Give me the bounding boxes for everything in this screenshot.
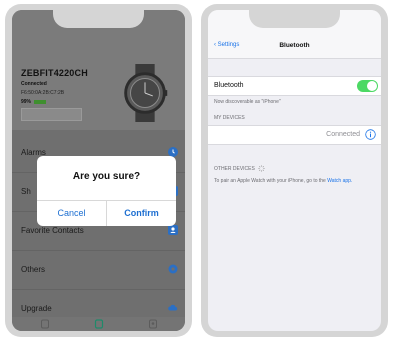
bluetooth-toggle-row: Bluetooth: [208, 76, 381, 96]
my-device-row[interactable]: Connected: [208, 125, 381, 145]
cancel-button[interactable]: Cancel: [37, 200, 106, 226]
bluetooth-settings-screen: ‹ Settings Bluetooth Bluetooth Now disco…: [208, 10, 381, 331]
bottom-tab-bar: [12, 317, 185, 331]
discoverable-note: Now discoverable as "iPhone": [214, 99, 281, 105]
menu-item-label: Favorite Contacts: [21, 226, 84, 235]
device-card: ZEBFIT4220CH Connected F6:50:0A:2B:C7:2B…: [12, 10, 185, 130]
cloud-icon: [168, 304, 178, 311]
device-connection-status: Connected: [326, 131, 360, 138]
dialog-title: Are you sure?: [72, 171, 141, 182]
bluetooth-label: Bluetooth: [214, 82, 244, 89]
device-status: Connected: [21, 81, 47, 87]
toggle-knob: [367, 81, 377, 91]
watch-app-screen: ZEBFIT4220CH Connected F6:50:0A:2B:C7:2B…: [12, 10, 185, 331]
watch-app-link[interactable]: Watch app.: [327, 178, 352, 184]
watch-icon[interactable]: [40, 319, 50, 329]
right-phone-notch: [249, 4, 340, 28]
contacts-icon: [168, 225, 178, 235]
loading-spinner-icon: [258, 165, 265, 172]
device-icon[interactable]: [94, 319, 104, 329]
confirm-dialog: Are you sure? Cancel Confirm: [37, 156, 176, 226]
menu-item-label: Sh: [21, 187, 31, 196]
smartwatch-image: [124, 64, 168, 122]
my-devices-header: MY DEVICES: [214, 115, 245, 121]
left-phone-notch: [53, 4, 144, 28]
left-phone-frame: ZEBFIT4220CH Connected F6:50:0A:2B:C7:2B…: [5, 4, 192, 337]
menu-item-label: Others: [21, 265, 46, 274]
other-devices-label: OTHER DEVICES: [214, 165, 255, 172]
device-name: ZEBFIT4220CH: [21, 68, 88, 78]
menu-item-others[interactable]: Others: [12, 251, 185, 290]
right-phone-frame: ‹ Settings Bluetooth Bluetooth Now disco…: [201, 4, 388, 337]
bluetooth-toggle[interactable]: [357, 80, 378, 92]
info-icon[interactable]: [365, 129, 376, 140]
gear-icon: [168, 264, 178, 274]
battery-icon: [34, 100, 47, 104]
other-devices-header: OTHER DEVICES: [214, 165, 265, 172]
page-title: Bluetooth: [279, 42, 310, 49]
confirm-button[interactable]: Confirm: [107, 200, 176, 226]
pair-watch-note: To pair an Apple Watch with your iPhone,…: [214, 178, 374, 185]
pair-note-text: To pair an Apple Watch with your iPhone,…: [214, 178, 326, 184]
device-action-button[interactable]: [21, 108, 82, 121]
menu-item-label: Upgrade: [21, 304, 52, 313]
battery-percent: 99%: [21, 99, 32, 105]
profile-icon[interactable]: [148, 319, 158, 329]
battery-indicator: 99%: [21, 99, 47, 105]
device-mac-address: F6:50:0A:2B:C7:2B: [21, 90, 65, 96]
